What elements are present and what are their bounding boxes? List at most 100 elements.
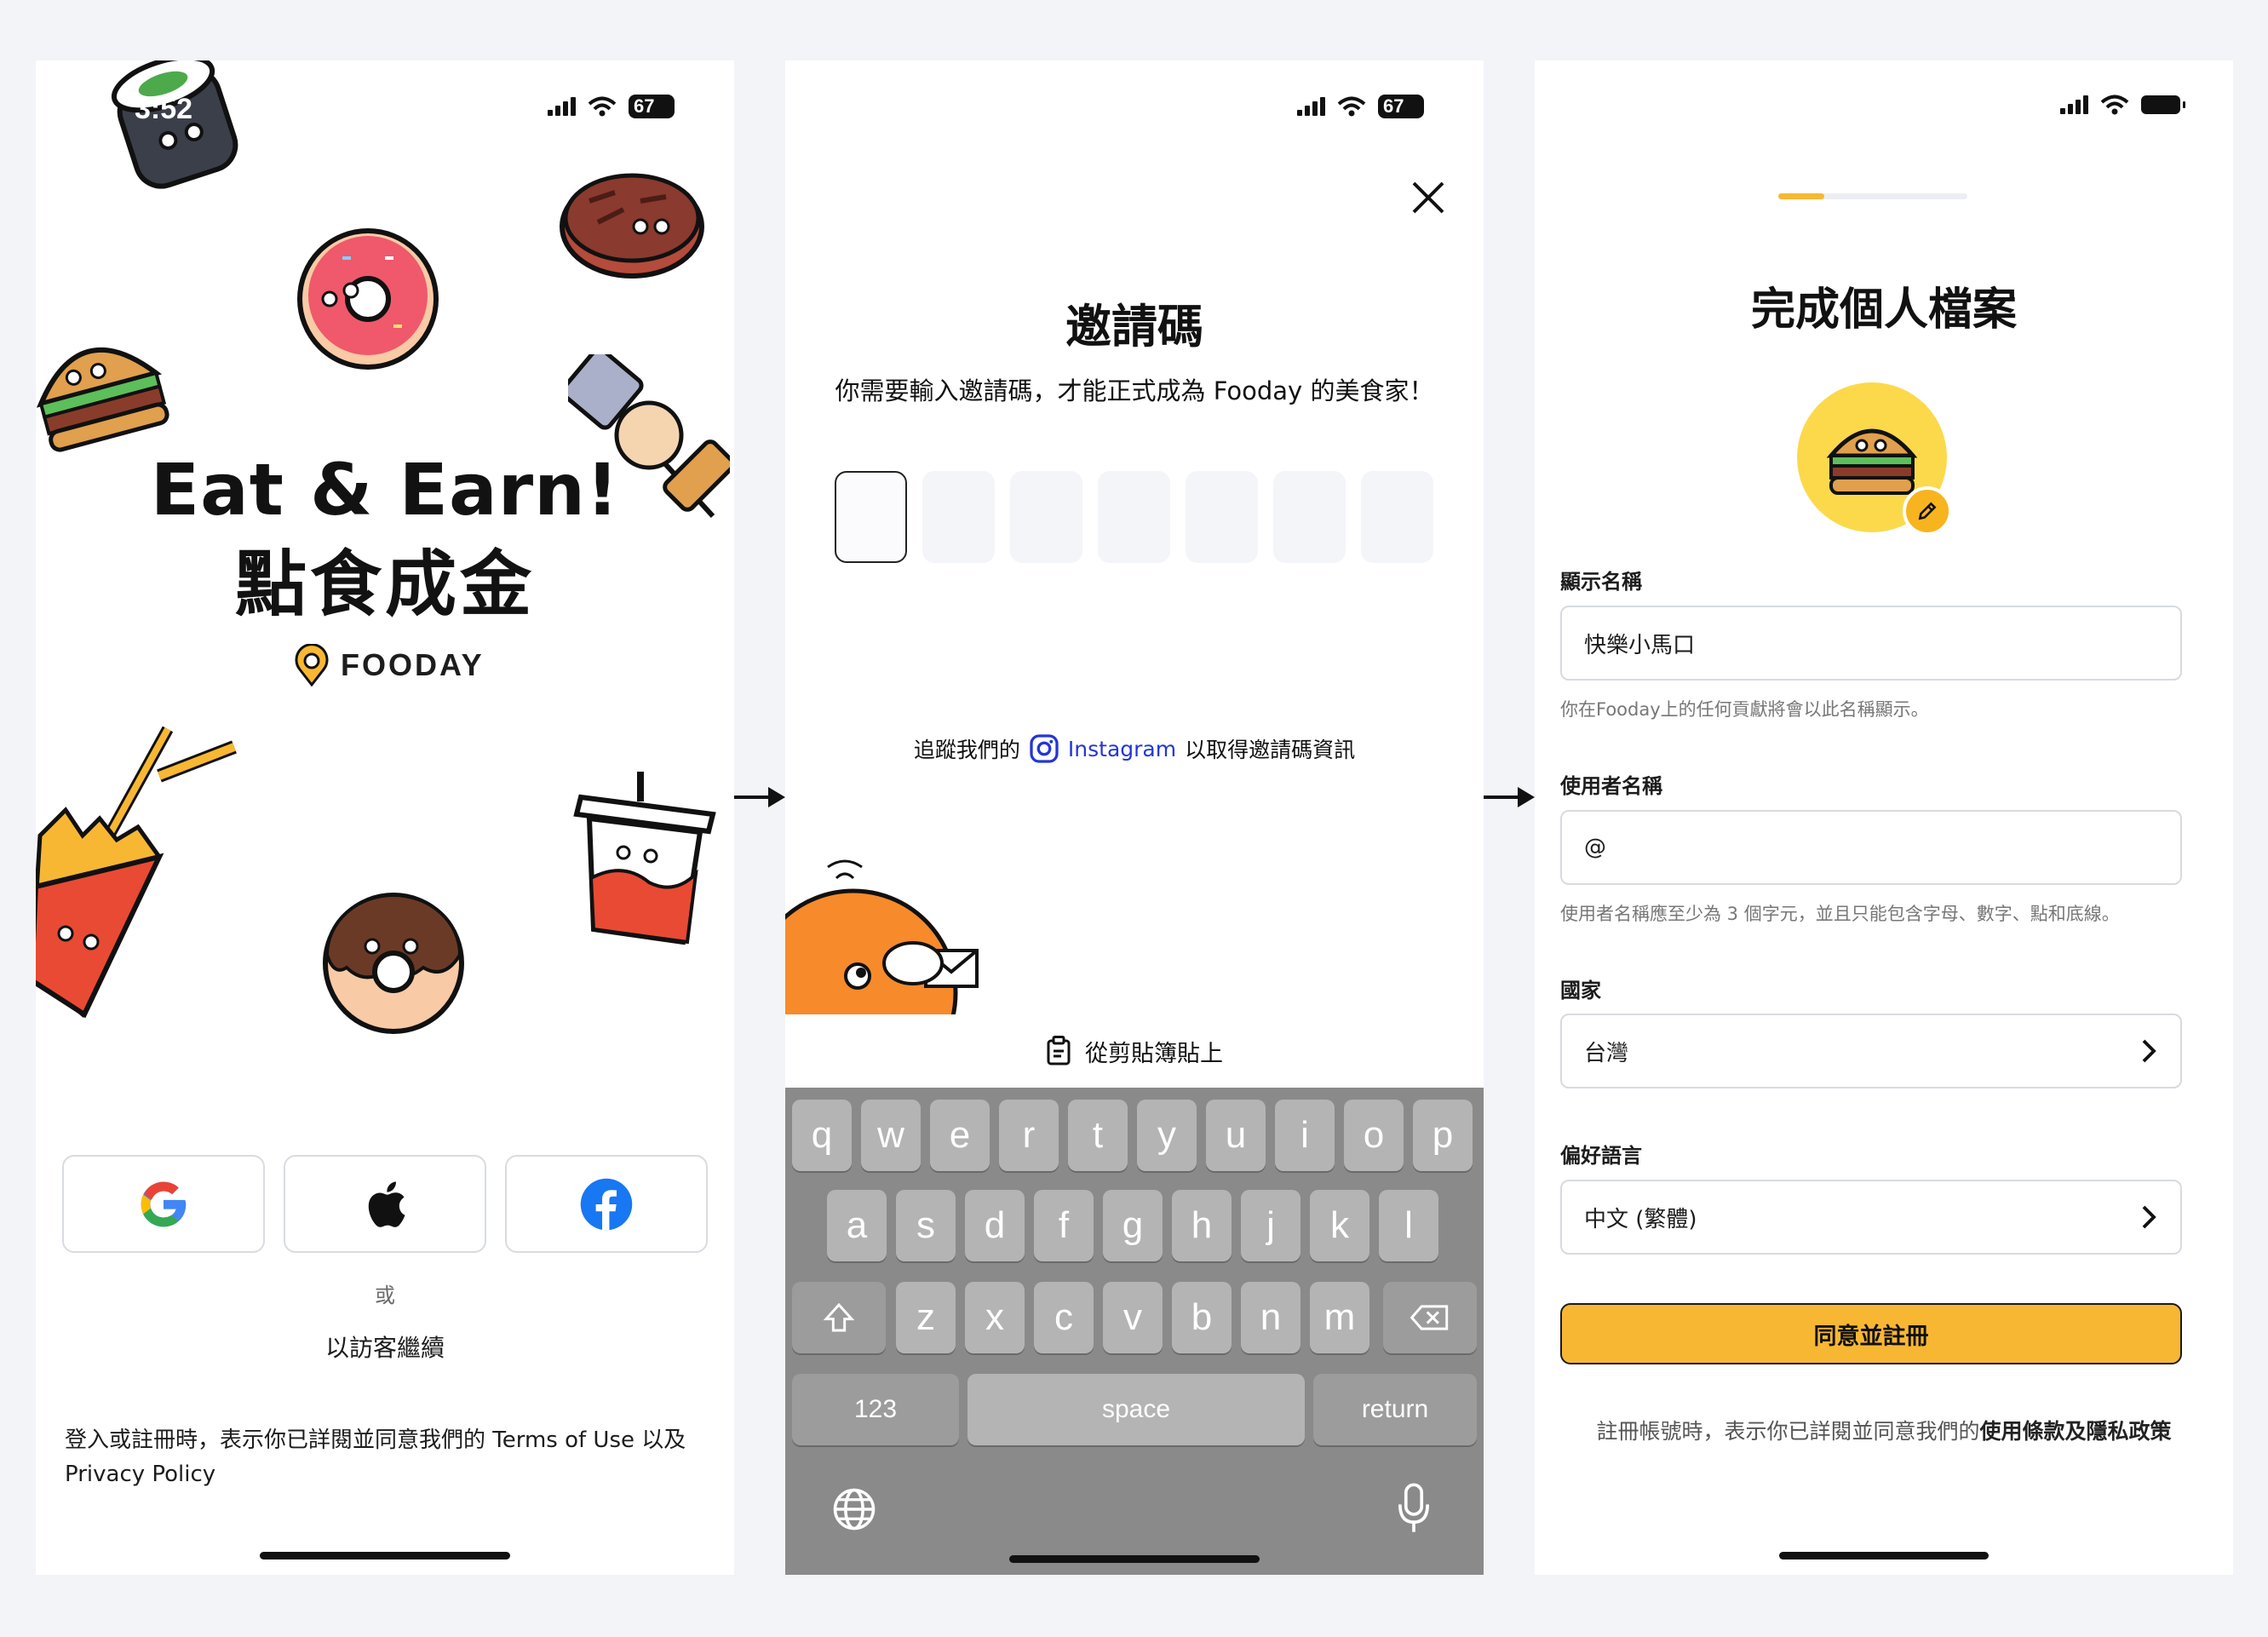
code-digit-box[interactable]: [1010, 471, 1082, 563]
key-u[interactable]: u: [1206, 1100, 1266, 1171]
follow-suffix: 以取得邀請碼資訊: [1185, 738, 1356, 762]
code-digit-box[interactable]: [1098, 471, 1170, 563]
key-n[interactable]: n: [1241, 1282, 1301, 1353]
language-value: 中文 (繁體): [1584, 1206, 1697, 1232]
hero-title: Eat & Earn!: [150, 448, 620, 531]
key-d[interactable]: d: [965, 1190, 1025, 1261]
drink-cup-sticker: [573, 772, 716, 945]
key-s[interactable]: s: [896, 1190, 956, 1261]
chevron-right-icon: [2142, 1039, 2156, 1063]
key-c[interactable]: c: [1034, 1282, 1094, 1353]
agree-register-button[interactable]: 同意並註冊: [1560, 1303, 2182, 1364]
burger-sticker: [36, 347, 169, 452]
instagram-link[interactable]: Instagram: [1068, 737, 1176, 761]
guest-continue-link[interactable]: 以訪客繼續: [36, 1330, 734, 1364]
key-j[interactable]: j: [1241, 1190, 1301, 1261]
close-icon[interactable]: [1409, 178, 1448, 217]
key-a[interactable]: a: [827, 1190, 887, 1261]
brand-name: FOODAY: [341, 647, 485, 682]
key-e[interactable]: e: [930, 1100, 990, 1171]
clipboard-icon: [1047, 1036, 1071, 1065]
username-field[interactable]: @: [1560, 810, 2182, 885]
key-g[interactable]: g: [1103, 1190, 1163, 1261]
profile-title: 完成個人檔案: [1750, 284, 2017, 336]
apple-login-button[interactable]: [284, 1155, 486, 1253]
invite-title: 邀請碼: [1065, 300, 1203, 353]
brand-logo: FOODAY: [293, 644, 485, 686]
legal-notice: 登入或註冊時，表示你已詳閱並同意我們的 Terms of Use 以及 Priv…: [65, 1427, 686, 1487]
key-b[interactable]: b: [1172, 1282, 1232, 1353]
sushi-sticker: [111, 60, 238, 189]
key-z[interactable]: z: [896, 1282, 956, 1353]
backspace-icon: [1410, 1305, 1449, 1330]
flow-arrow-icon: [1484, 787, 1535, 807]
code-digit-box[interactable]: [835, 471, 907, 563]
key-o[interactable]: o: [1344, 1100, 1404, 1171]
key-w[interactable]: w: [861, 1100, 921, 1171]
invite-description: 你需要輸入邀請碼，才能正式成為 Fooday 的美食家！: [835, 376, 1434, 405]
mascot-illustration: [785, 859, 979, 1019]
invite-code-input[interactable]: [835, 471, 1433, 563]
instagram-icon[interactable]: [1029, 733, 1059, 764]
key-x[interactable]: x: [965, 1282, 1025, 1353]
key-p[interactable]: p: [1413, 1100, 1473, 1171]
terms-link[interactable]: 使用條款及隱私政策: [1980, 1419, 2172, 1444]
progress-bar: [1778, 193, 1967, 199]
home-indicator[interactable]: [1779, 1552, 1989, 1559]
key-f[interactable]: f: [1034, 1190, 1094, 1261]
status-bar: 67: [548, 95, 675, 118]
google-login-button[interactable]: [62, 1155, 265, 1253]
numbers-key[interactable]: 123: [792, 1374, 959, 1445]
shift-icon: [823, 1302, 855, 1332]
language-label: 偏好語言: [1560, 1144, 1642, 1168]
key-i[interactable]: i: [1275, 1100, 1335, 1171]
code-digit-box[interactable]: [1186, 471, 1258, 563]
key-m[interactable]: m: [1310, 1282, 1369, 1353]
return-key[interactable]: return: [1313, 1374, 1477, 1445]
fries-sticker: [36, 726, 237, 1019]
battery-icon: [2141, 95, 2185, 114]
key-k[interactable]: k: [1310, 1190, 1369, 1261]
wifi-icon: [2100, 95, 2129, 115]
home-indicator[interactable]: [1009, 1555, 1260, 1563]
display-name-field[interactable]: 快樂小馬口: [1560, 606, 2182, 681]
code-digit-box[interactable]: [1361, 471, 1433, 563]
google-icon: [141, 1181, 187, 1226]
backspace-key[interactable]: [1383, 1282, 1477, 1353]
facebook-icon: [580, 1178, 633, 1230]
home-indicator[interactable]: [260, 1552, 510, 1559]
status-bar: [2060, 95, 2185, 115]
pencil-icon: [1918, 502, 1937, 520]
shift-key[interactable]: [792, 1282, 886, 1353]
code-digit-box[interactable]: [1273, 471, 1346, 563]
key-r[interactable]: r: [999, 1100, 1059, 1171]
code-digit-box[interactable]: [922, 471, 995, 563]
facebook-login-button[interactable]: [505, 1155, 708, 1253]
key-h[interactable]: h: [1172, 1190, 1232, 1261]
paste-from-clipboard-button[interactable]: 從剪貼簿貼上: [785, 1014, 1484, 1088]
microphone-icon[interactable]: [1395, 1483, 1433, 1534]
key-t[interactable]: t: [1068, 1100, 1128, 1171]
flow-arrow-icon: [734, 787, 785, 807]
wifi-icon: [1337, 96, 1366, 117]
key-l[interactable]: l: [1379, 1190, 1438, 1261]
complete-profile-screen: 完成個人檔案 顯示名稱 快樂小馬口 你在Fooday上的任何貢獻將會以此名稱顯示…: [1535, 60, 2233, 1575]
steak-sticker: [560, 173, 704, 279]
country-value: 台灣: [1584, 1040, 1629, 1066]
follow-prefix: 追蹤我們的: [913, 738, 1020, 762]
globe-icon[interactable]: [831, 1486, 877, 1532]
country-select[interactable]: 台灣: [1560, 1014, 2182, 1088]
fooday-pin-icon: [295, 644, 329, 686]
terms-prefix: 註冊帳號時，表示你已詳閱並同意我們的: [1596, 1419, 1980, 1444]
terms-notice: 註冊帳號時，表示你已詳閱並同意我們的使用條款及隱私政策: [1535, 1415, 2233, 1445]
language-select[interactable]: 中文 (繁體): [1560, 1180, 2182, 1255]
apple-icon: [368, 1180, 405, 1227]
space-key[interactable]: space: [967, 1374, 1305, 1445]
username-value: @: [1584, 835, 1606, 860]
battery-icon: 67: [629, 95, 675, 118]
key-v[interactable]: v: [1103, 1282, 1163, 1353]
welcome-screen: 3:52 67 Eat & Earn! 點食成金 FOODAY 或 以訪客繼續 …: [36, 60, 734, 1575]
edit-avatar-button[interactable]: [1903, 486, 1952, 536]
key-y[interactable]: y: [1137, 1100, 1197, 1171]
key-q[interactable]: q: [792, 1100, 852, 1171]
